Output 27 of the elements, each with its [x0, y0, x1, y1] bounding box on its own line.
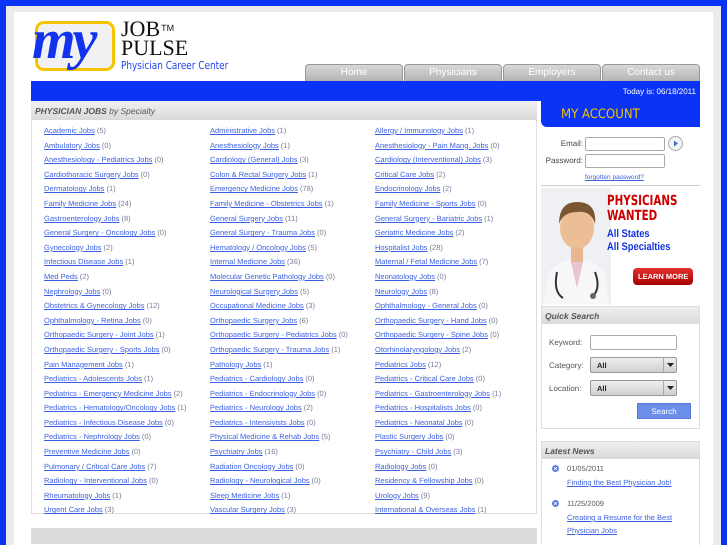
panel-title: Quick Search	[545, 310, 600, 320]
field-label: Keyword:	[549, 338, 584, 346]
logo-text: PULSE	[121, 38, 190, 57]
logo-tagline: Physician Career Center	[121, 60, 228, 71]
field-label: Location:	[549, 384, 582, 392]
bullet-icon	[552, 465, 559, 472]
panel-title: PHYSICIAN JOBS by Specialty	[35, 106, 155, 116]
ad-headline: PHYSICIANS	[607, 194, 678, 209]
logo-text: JOB$^{TM}$	[121, 19, 174, 38]
password-field[interactable]	[585, 154, 665, 168]
submit-button[interactable]	[668, 136, 683, 151]
field-label: Password:	[544, 156, 584, 165]
field-label: Category:	[549, 360, 585, 370]
ad-subline: All Specialties	[607, 241, 670, 254]
keyword-field[interactable]	[590, 334, 677, 350]
email-field[interactable]	[585, 136, 665, 150]
caret-icon	[666, 363, 674, 367]
ad-headline: WANTED	[607, 209, 658, 224]
search-button[interactable]: Search	[637, 403, 691, 419]
field-label: Email:	[560, 139, 584, 148]
panel-title: Latest News	[545, 446, 595, 456]
ad-subline: All States	[607, 228, 650, 241]
date-text: Today is: 06/18/2011	[622, 86, 696, 96]
caret-icon	[666, 386, 674, 390]
bullet-icon	[552, 500, 559, 507]
arrow-icon	[672, 140, 678, 147]
account-title: MY ACCOUNT	[561, 106, 640, 122]
